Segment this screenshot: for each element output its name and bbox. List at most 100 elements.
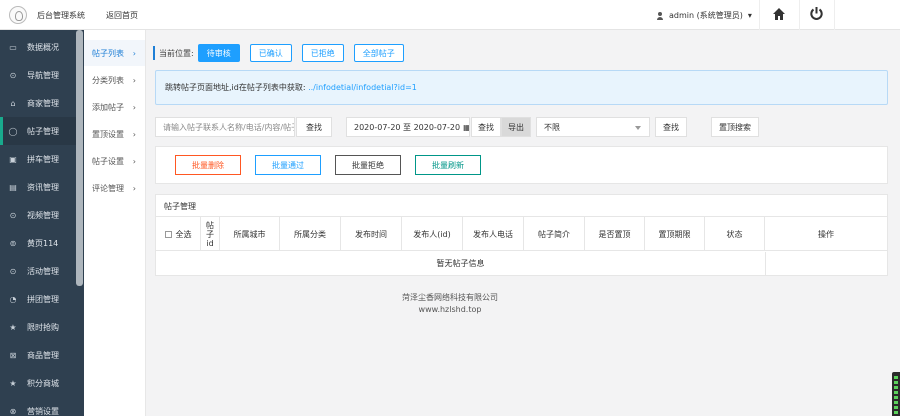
divider — [834, 0, 835, 30]
video-icon: ⊙ — [9, 210, 17, 220]
column-header: 帖子简介 — [524, 217, 585, 251]
tab-rejected[interactable]: 已拒绝 — [301, 44, 344, 62]
sidebar-item[interactable]: ⊠ 商品管理 — [0, 341, 76, 369]
monitor-icon: ▭ — [9, 42, 17, 52]
notice-text: 跳转帖子页面地址,id在帖子列表中获取: — [165, 83, 309, 92]
chevron-right-icon: › — [132, 102, 136, 112]
tab-confirmed[interactable]: 已确认 — [249, 44, 292, 62]
sidebar-scrollbar[interactable] — [76, 30, 83, 286]
sidebar-item[interactable]: ⌂ 商家管理 — [0, 89, 76, 117]
headset-icon: ◔ — [9, 294, 17, 304]
tab-pending[interactable]: 待审核 — [197, 44, 240, 62]
phone-circle-icon: ⊚ — [9, 238, 17, 248]
breadcrumb: 当前位置: 待审核 已确认 已拒绝 全部帖子 — [153, 44, 414, 62]
sidebar-item[interactable]: ⊙ 视频管理 — [0, 201, 76, 229]
brand-title: 后台管理系统 — [37, 11, 85, 20]
compass-icon: ⊙ — [9, 70, 17, 80]
sidebar-item-label: 活动管理 — [27, 266, 59, 276]
chevron-right-icon: › — [132, 75, 136, 85]
submenu-item[interactable]: 评论管理 › — [84, 175, 145, 201]
table-header: 全选 帖子id 所属城市 所属分类 发布时间 发布人(id) 发布人电话 帖子简… — [156, 217, 887, 251]
submenu-item[interactable]: 分类列表 › — [84, 67, 145, 93]
sidebar-item[interactable]: ⊙ 活动管理 — [0, 257, 76, 285]
sidebar-item[interactable]: ▤ 资讯管理 — [0, 173, 76, 201]
crumb-marker — [153, 46, 155, 60]
sidebar-item[interactable]: ◯ 帖子管理 — [0, 117, 76, 145]
column-header: 发布时间 — [341, 217, 402, 251]
power-icon[interactable] — [809, 6, 824, 21]
chevron-right-icon: › — [132, 156, 136, 166]
sidebar-item[interactable]: ⊙ 导航管理 — [0, 61, 76, 89]
date-range-input[interactable]: 2020-07-20 至 2020-07-20 ▦ — [346, 117, 470, 137]
status-select-value: 不限 — [544, 122, 560, 132]
sidebar-item[interactable]: ⊚ 黄页114 — [0, 229, 76, 257]
column-header: 所属城市 — [220, 217, 280, 251]
submenu-item[interactable]: 帖子设置 › — [84, 148, 145, 174]
sidebar-item-label: 营销设置 — [27, 406, 59, 416]
tab-all-posts[interactable]: 全部帖子 — [353, 44, 404, 62]
export-button[interactable]: 导出 — [501, 117, 531, 137]
select-all-header[interactable]: 全选 — [156, 217, 201, 251]
sidebar-item-label: 资讯管理 — [27, 182, 59, 192]
keyword-search-button[interactable]: 查找 — [296, 117, 332, 137]
submenu-item[interactable]: 置顶设置 › — [84, 121, 145, 147]
submenu-item[interactable]: 添加帖子 › — [84, 94, 145, 120]
empty-message: 暂无帖子信息 — [436, 259, 485, 268]
notice-link[interactable]: ../infodetial/infodetial?id=1 — [308, 83, 417, 92]
footer-site: www.hzlshd.top — [418, 305, 482, 314]
sidebar-item-label: 导航管理 — [27, 70, 59, 80]
date-search-button[interactable]: 查找 — [471, 117, 501, 137]
admin-menu[interactable]: admin (系统管理员) ▾ — [656, 10, 752, 21]
column-header: 发布人电话 — [463, 217, 524, 251]
user-icon — [656, 11, 664, 20]
logo-icon — [9, 6, 27, 24]
sidebar-item-label: 拼车管理 — [27, 154, 59, 164]
status-select[interactable]: 不限 — [536, 117, 650, 137]
sidebar-item[interactable]: ★ 限时抢购 — [0, 313, 76, 341]
column-header: 操作 — [818, 229, 834, 239]
batch-refresh-button[interactable]: 批量刷新 — [415, 155, 481, 175]
chevron-right-icon: › — [132, 48, 136, 58]
sidebar-item[interactable]: ★ 积分商城 — [0, 369, 76, 397]
sidebar-item[interactable]: ▭ 数据概况 — [0, 33, 76, 61]
submenu-item-label: 评论管理 — [92, 183, 124, 193]
batch-reject-button[interactable]: 批量拒绝 — [335, 155, 401, 175]
sidebar-item[interactable]: ◔ 拼团管理 — [0, 285, 76, 313]
date-range-value: 2020-07-20 至 2020-07-20 — [354, 122, 461, 132]
star-icon: ★ — [9, 378, 17, 388]
back-home-link[interactable]: 返回首页 — [106, 10, 138, 21]
book-icon: ▤ — [9, 182, 17, 192]
submenu-item-label: 置顶设置 — [92, 129, 124, 139]
sidebar-item-label: 商家管理 — [27, 98, 59, 108]
submenu-item[interactable]: 帖子列表 › — [84, 40, 145, 66]
keyword-search-input[interactable]: 请输入帖子联系人名称/电话/内容/帖子id — [155, 117, 295, 137]
keyword-placeholder: 请输入帖子联系人名称/电话/内容/帖子id — [163, 122, 295, 132]
select-all-checkbox[interactable] — [164, 230, 172, 238]
sidebar-item-label: 拼团管理 — [27, 294, 59, 304]
top-search-button[interactable]: 置顶搜索 — [711, 117, 759, 137]
chevron-down-icon: ▾ — [747, 11, 752, 20]
batch-actions-panel: 批量删除 批量通过 批量拒绝 批量刷新 — [155, 146, 888, 184]
sidebar-item[interactable]: ⊗ 营销设置 — [0, 397, 76, 416]
sidebar-item-label: 限时抢购 — [27, 322, 59, 332]
info-notice: 跳转帖子页面地址,id在帖子列表中获取: ../infodetial/infod… — [155, 70, 888, 105]
crumb-label: 当前位置: — [159, 48, 194, 58]
sidebar-item[interactable]: ▣ 拼车管理 — [0, 145, 76, 173]
column-header: 所属分类 — [280, 217, 341, 251]
footer-company: 菏泽尘香网络科技有限公司 — [402, 293, 498, 302]
batch-delete-button[interactable]: 批量删除 — [175, 155, 241, 175]
sidebar-item-label: 黄页114 — [27, 238, 59, 248]
caret-down-icon — [635, 126, 641, 130]
chevron-right-icon: › — [132, 129, 136, 139]
select-search-button[interactable]: 查找 — [655, 117, 687, 137]
home-icon[interactable] — [772, 7, 786, 21]
admin-name: admin (系统管理员) — [669, 11, 743, 20]
signal-indicator — [892, 372, 900, 416]
chevron-right-icon: › — [132, 183, 136, 193]
sidebar-item-label: 积分商城 — [27, 378, 59, 388]
column-header: 置顶期限 — [645, 217, 705, 251]
divider — [799, 0, 800, 30]
sidebar-item-label: 商品管理 — [27, 350, 59, 360]
batch-approve-button[interactable]: 批量通过 — [255, 155, 321, 175]
star-icon: ★ — [9, 322, 17, 332]
